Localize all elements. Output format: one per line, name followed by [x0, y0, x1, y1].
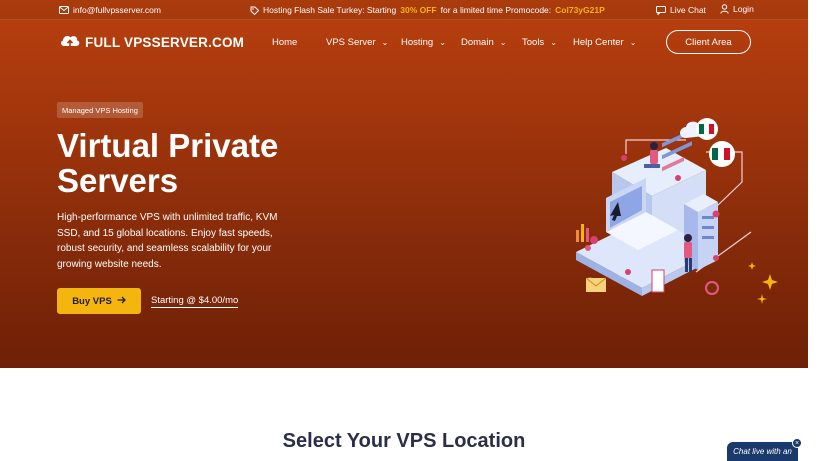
promo-prefix: Hosting Flash Sale Turkey: Starting [263, 5, 397, 15]
site-logo[interactable]: FULL VPSSERVER.COM [59, 32, 244, 53]
email-link[interactable]: info@fullvpsserver.com [59, 5, 161, 15]
hero-title-line1: Virtual Private [57, 127, 279, 164]
buy-vps-label: Buy VPS [72, 295, 112, 307]
login-link[interactable]: Login [720, 4, 754, 14]
promo-banner: Hosting Flash Sale Turkey: Starting 30% … [250, 5, 605, 15]
logo-text: FULL VPSSERVER.COM [85, 35, 245, 50]
hero-title: Virtual Private Servers [57, 128, 357, 198]
hero-title-line2: Servers [57, 162, 179, 199]
hero-description: High-performance VPS with unlimited traf… [57, 212, 278, 270]
nav-item-label: Help Center [573, 37, 624, 48]
main-nav: FULL VPSSERVER.COM Home VPS Server ⌄ Hos… [0, 20, 808, 65]
nav-item-vps-server[interactable]: VPS Server ⌄ [326, 37, 388, 48]
chevron-down-icon: ⌄ [550, 38, 557, 47]
mail-icon [59, 6, 69, 14]
nav-item-home[interactable]: Home [272, 37, 297, 48]
top-bar: info@fullvpsserver.com Hosting Flash Sal… [0, 0, 808, 20]
chevron-down-icon: ⌄ [629, 38, 637, 47]
starting-price-link[interactable]: Starting @ $4.00/mo [151, 295, 239, 308]
scrollbar-track[interactable] [808, 0, 820, 461]
nav-item-domain[interactable]: Domain ⌄ [461, 37, 506, 48]
hero-badge: Managed VPS Hosting [57, 102, 143, 118]
nav-item-help-center[interactable]: Help Center ⌄ [573, 37, 636, 48]
arrow-right-icon [117, 296, 126, 307]
client-area-button[interactable]: Client Area [666, 30, 751, 54]
live-chat-label: Live Chat [670, 5, 706, 15]
chevron-down-icon: ⌄ [499, 38, 507, 47]
login-label: Login [733, 4, 754, 14]
hero-section: info@fullvpsserver.com Hosting Flash Sal… [0, 0, 808, 368]
close-icon[interactable]: × [792, 438, 802, 448]
email-text: info@fullvpsserver.com [73, 5, 161, 15]
nav-item-label: Domain [461, 37, 494, 48]
nav-item-hosting[interactable]: Hosting ⌄ [401, 37, 446, 48]
promo-discount: 30% OFF [400, 5, 437, 15]
nav-item-label: VPS Server [326, 37, 376, 48]
user-icon [720, 4, 729, 14]
server-illustration [576, 118, 778, 304]
buy-vps-button[interactable]: Buy VPS [57, 288, 141, 314]
chat-icon [656, 5, 666, 15]
nav-item-label: Tools [522, 37, 545, 48]
live-chat-link[interactable]: Live Chat [656, 5, 706, 15]
promo-code[interactable]: Col73yG21P [555, 5, 605, 15]
promo-middle: for a limited time Promocode: [440, 5, 552, 15]
location-section-title: Select Your VPS Location [282, 430, 526, 452]
chevron-down-icon: ⌄ [439, 38, 446, 47]
chevron-down-icon: ⌄ [381, 38, 389, 47]
nav-item-label: Home [272, 37, 298, 48]
chat-widget[interactable]: Chat live with an [727, 442, 798, 461]
nav-item-label: Hosting [401, 37, 434, 48]
tag-icon [250, 6, 259, 15]
nav-item-tools[interactable]: Tools ⌄ [522, 37, 557, 48]
cloud-upload-icon [59, 32, 81, 53]
